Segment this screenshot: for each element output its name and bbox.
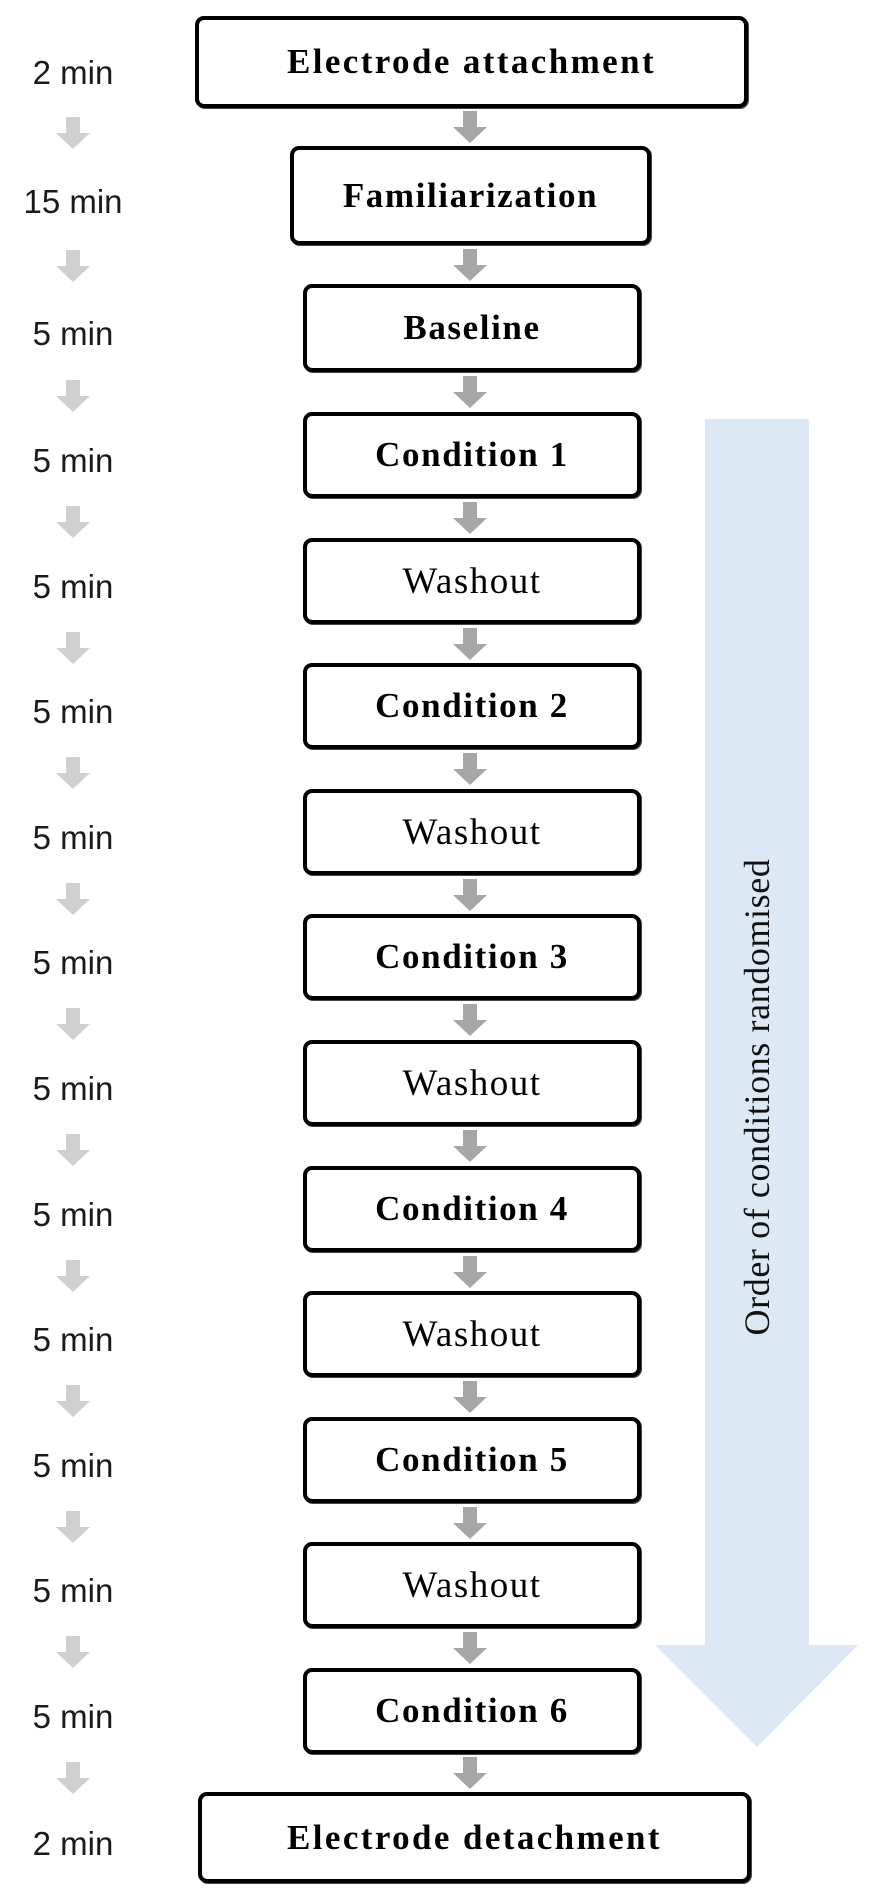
arrow-down-icon [452,1381,488,1413]
step-box: Baseline [303,284,641,372]
arrow-down-icon [452,879,488,911]
arrow-down-icon [55,883,91,915]
arrow-down-icon [55,757,91,789]
duration-label: 5 min [32,1572,114,1609]
arrow-down-icon [55,506,91,538]
step-box: Condition 5 [303,1417,641,1503]
step-box: Washout [303,789,641,875]
arrow-down-icon [452,628,488,660]
duration-label: 5 min [32,442,114,479]
duration-label: 2 min [32,1825,114,1862]
arrow-down-icon [452,111,488,143]
step-box: Electrode attachment [195,16,748,108]
step-box: Condition 6 [303,1668,641,1754]
duration-label: 5 min [32,944,114,981]
duration-label: 5 min [32,1698,114,1735]
step-box: Electrode detachment [198,1792,751,1883]
protocol-diagram: Order of conditions randomised Electrode… [0,0,881,1901]
step-box: Washout [303,1542,641,1628]
duration-label: 15 min [23,183,123,220]
step-box: Washout [303,1291,641,1377]
step-box: Washout [303,538,641,624]
arrow-down-icon [452,502,488,534]
arrow-down-icon [55,1260,91,1292]
arrow-down-icon [55,1134,91,1166]
randomised-order-label: Order of conditions randomised [737,858,777,1336]
arrow-down-icon [55,117,91,149]
duration-label: 5 min [32,1196,114,1233]
arrow-down-icon [55,1385,91,1417]
duration-label: 5 min [32,819,114,856]
arrow-down-icon [452,1757,488,1789]
duration-label: 5 min [32,568,114,605]
arrow-down-icon [452,1130,488,1162]
arrow-down-icon [55,632,91,664]
duration-label: 5 min [32,693,114,730]
duration-label: 5 min [32,1447,114,1484]
duration-label: 5 min [32,1070,114,1107]
duration-label: 5 min [32,1321,114,1358]
arrow-down-icon [55,1008,91,1040]
step-box: Familiarization [290,146,651,245]
arrow-down-icon [55,250,91,282]
arrow-down-icon [452,1507,488,1539]
arrow-down-icon [55,1762,91,1794]
step-box: Condition 1 [303,412,641,498]
arrow-down-icon [55,1511,91,1543]
arrow-down-icon [452,1256,488,1288]
arrow-down-icon [452,753,488,785]
arrow-down-icon [452,376,488,408]
step-box: Condition 4 [303,1166,641,1252]
arrow-down-icon [452,1632,488,1664]
arrow-down-icon [452,249,488,281]
step-box: Condition 3 [303,914,641,1000]
step-box: Condition 2 [303,663,641,749]
duration-label: 5 min [32,315,114,352]
duration-label: 2 min [32,54,114,91]
arrow-down-icon [55,1636,91,1668]
arrow-down-icon [55,380,91,412]
arrow-down-icon [452,1004,488,1036]
step-box: Washout [303,1040,641,1126]
